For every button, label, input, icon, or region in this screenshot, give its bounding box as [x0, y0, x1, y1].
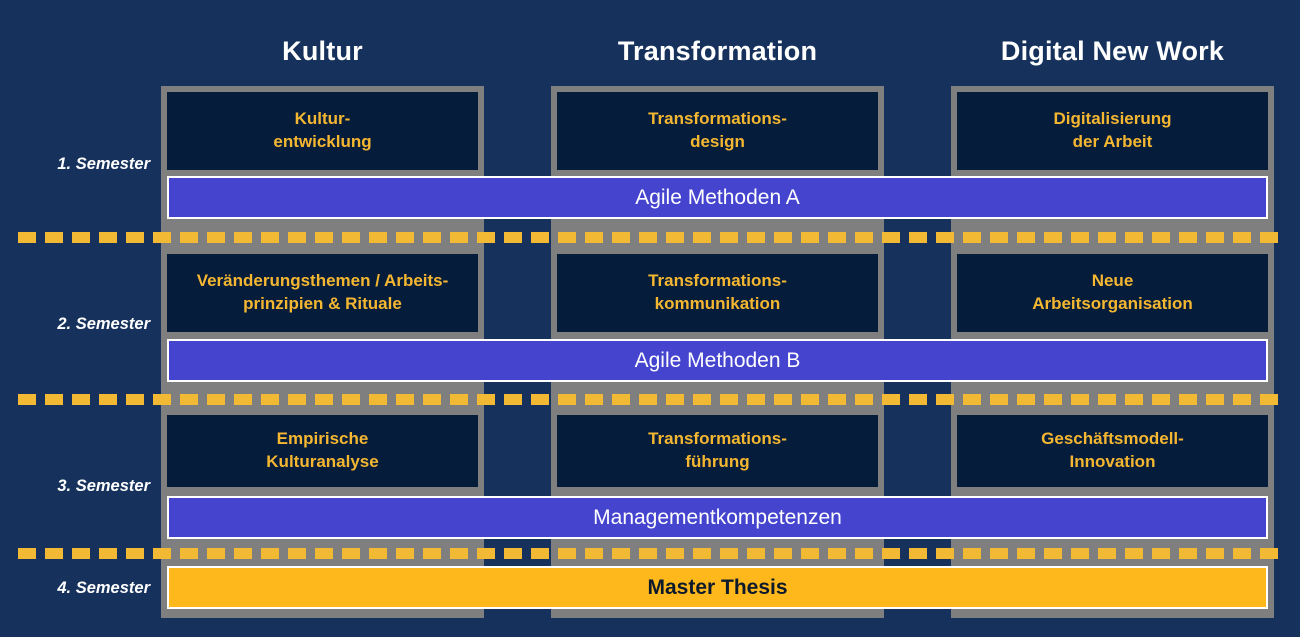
band-master-thesis[interactable]: Master Thesis [167, 566, 1268, 609]
module-box-transformationskommunikation[interactable]: Transformations- kommunikation [557, 254, 878, 332]
module-box-transformationsdesign[interactable]: Transformations- design [557, 92, 878, 170]
semester-divider-3 [18, 548, 1282, 559]
module-box-digitalisierung-der-arbeit[interactable]: Digitalisierung der Arbeit [957, 92, 1268, 170]
band-agile-methoden-a[interactable]: Agile Methoden A [167, 176, 1268, 219]
module-box-veraenderungsthemen[interactable]: Veränderungsthemen / Arbeits- prinzipien… [167, 254, 478, 332]
module-box-kulturentwicklung[interactable]: Kultur- entwicklung [167, 92, 478, 170]
column-header-transformation: Transformation [617, 36, 818, 66]
curriculum-diagram: Kultur Transformation Digital New Work 1… [0, 0, 1300, 637]
semester-label-4: 4. Semester [57, 579, 150, 597]
semester-divider-1 [18, 232, 1282, 243]
column-header-kultur: Kultur [282, 36, 363, 66]
semester-divider-2 [18, 394, 1282, 405]
semester-label-1: 1. Semester [57, 155, 150, 173]
semester-label-3: 3. Semester [57, 477, 150, 495]
module-box-transformationsfuehrung[interactable]: Transformations- führung [557, 415, 878, 487]
module-box-geschaeftsmodell-innovation[interactable]: Geschäftsmodell- Innovation [957, 415, 1268, 487]
column-header-digital-new-work: Digital New Work [1000, 36, 1225, 66]
module-box-neue-arbeitsorganisation[interactable]: Neue Arbeitsorganisation [957, 254, 1268, 332]
band-managementkompetenzen[interactable]: Managementkompetenzen [167, 496, 1268, 539]
module-box-empirische-kulturanalyse[interactable]: Empirische Kulturanalyse [167, 415, 478, 487]
semester-label-2: 2. Semester [57, 315, 150, 333]
band-agile-methoden-b[interactable]: Agile Methoden B [167, 339, 1268, 382]
